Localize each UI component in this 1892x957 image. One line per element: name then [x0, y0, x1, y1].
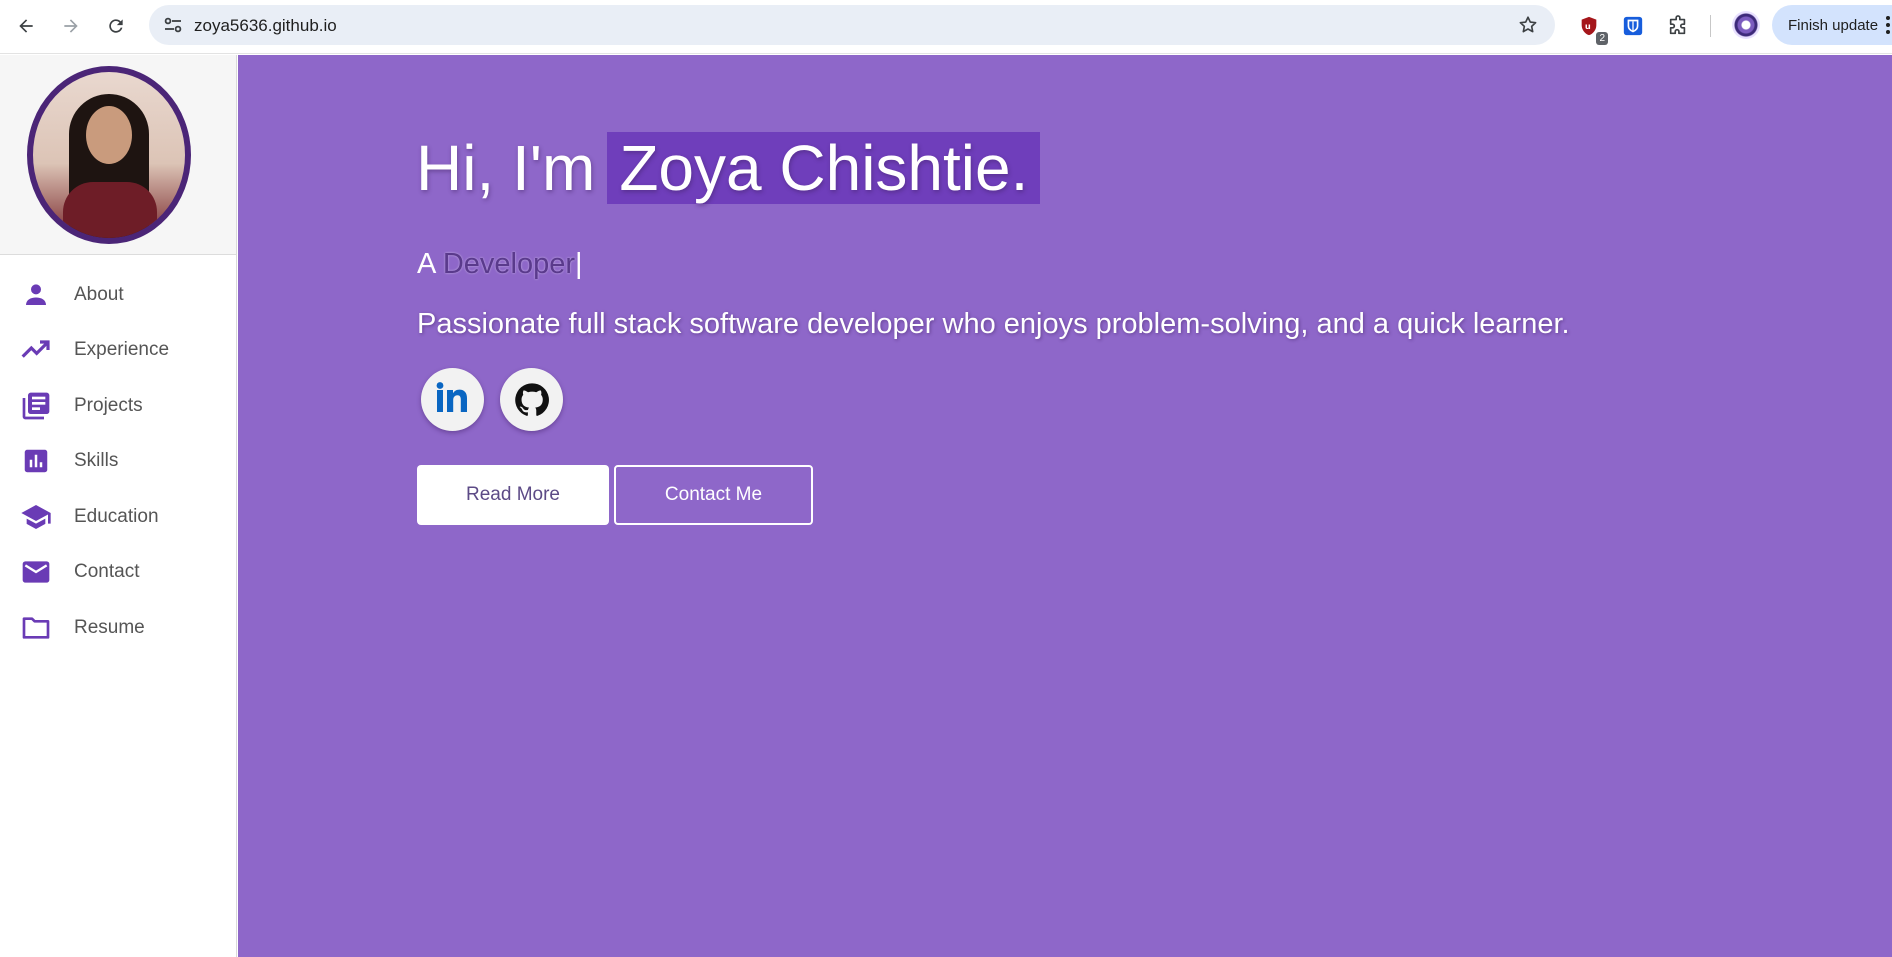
forward-button[interactable]	[57, 12, 85, 40]
typed-prefix: A	[417, 248, 435, 280]
linkedin-link[interactable]	[421, 368, 484, 431]
site-settings-icon[interactable]	[163, 16, 183, 34]
back-button[interactable]	[12, 12, 40, 40]
sidebar-item-label: Education	[74, 505, 159, 527]
school-icon	[20, 501, 52, 533]
address-bar[interactable]: zoya5636.github.io	[149, 5, 1555, 45]
finish-update-button[interactable]: Finish update	[1772, 5, 1892, 45]
sidebar-item-contact[interactable]: Contact	[0, 545, 236, 601]
sidebar-item-experience[interactable]: Experience	[0, 323, 236, 379]
profile-header	[0, 55, 236, 255]
folder-icon	[20, 612, 52, 644]
mail-icon	[20, 556, 52, 588]
typed-subtitle: A Developer|	[417, 248, 583, 281]
reload-icon	[109, 19, 123, 33]
hero-title: Hi, I'm Zoya Chishtie.	[416, 128, 1041, 208]
sidebar-item-label: Experience	[74, 339, 170, 361]
extensions-button[interactable]	[1665, 13, 1691, 39]
github-link[interactable]	[500, 368, 563, 431]
trending-up-icon	[20, 334, 52, 366]
hero-section: Hi, I'm Zoya Chishtie. A Developer| Passi…	[238, 55, 1892, 957]
sidebar-item-projects[interactable]: Projects	[0, 378, 236, 434]
reload-button[interactable]	[102, 12, 130, 40]
typed-word: Developer	[442, 248, 575, 280]
toolbar-separator	[1710, 15, 1711, 37]
library-books-icon	[20, 390, 52, 422]
ublock-extension[interactable]: u 2	[1576, 13, 1608, 45]
github-icon	[514, 382, 549, 416]
sidebar-item-education[interactable]: Education	[0, 489, 236, 545]
bitwarden-shield-icon	[1623, 16, 1643, 36]
sidebar: About Experience Projects Skills Educati…	[0, 55, 237, 957]
bitwarden-extension[interactable]	[1620, 13, 1646, 39]
sidebar-item-label: Resume	[74, 616, 145, 638]
sidebar-item-label: Skills	[74, 450, 119, 472]
sidebar-item-skills[interactable]: Skills	[0, 434, 236, 490]
profile-photo	[27, 66, 191, 244]
sidebar-item-about[interactable]: About	[0, 267, 236, 323]
sidebar-item-label: Contact	[74, 561, 140, 583]
sidebar-item-label: Projects	[74, 394, 143, 416]
sidebar-menu: About Experience Projects Skills Educati…	[0, 255, 236, 656]
arrow-right-icon	[64, 19, 78, 33]
arrow-left-icon	[19, 19, 33, 33]
sidebar-item-label: About	[74, 283, 124, 305]
more-menu-icon[interactable]	[1886, 15, 1890, 35]
url-text[interactable]: zoya5636.github.io	[194, 16, 337, 36]
puzzle-piece-icon	[1669, 15, 1686, 35]
sidebar-item-resume[interactable]: Resume	[0, 600, 236, 656]
finish-update-label: Finish update	[1788, 16, 1879, 34]
hero-name: Zoya Chishtie.	[607, 132, 1041, 204]
extension-badge: 2	[1596, 32, 1608, 45]
person-icon	[20, 279, 52, 311]
bar-chart-icon	[20, 445, 52, 477]
hero-greeting: Hi, I'm	[416, 132, 596, 204]
contact-me-button[interactable]: Contact Me	[614, 465, 813, 525]
hero-description: Passionate full stack software developer…	[417, 308, 1570, 340]
read-more-button[interactable]: Read More	[417, 465, 609, 525]
svg-text:u: u	[1585, 21, 1591, 31]
profile-avatar[interactable]	[1732, 11, 1760, 39]
linkedin-icon	[436, 381, 467, 412]
typed-cursor: |	[575, 248, 583, 280]
bookmark-star-icon[interactable]	[1517, 14, 1539, 36]
browser-toolbar: zoya5636.github.io u 2 Finish update	[0, 0, 1892, 54]
